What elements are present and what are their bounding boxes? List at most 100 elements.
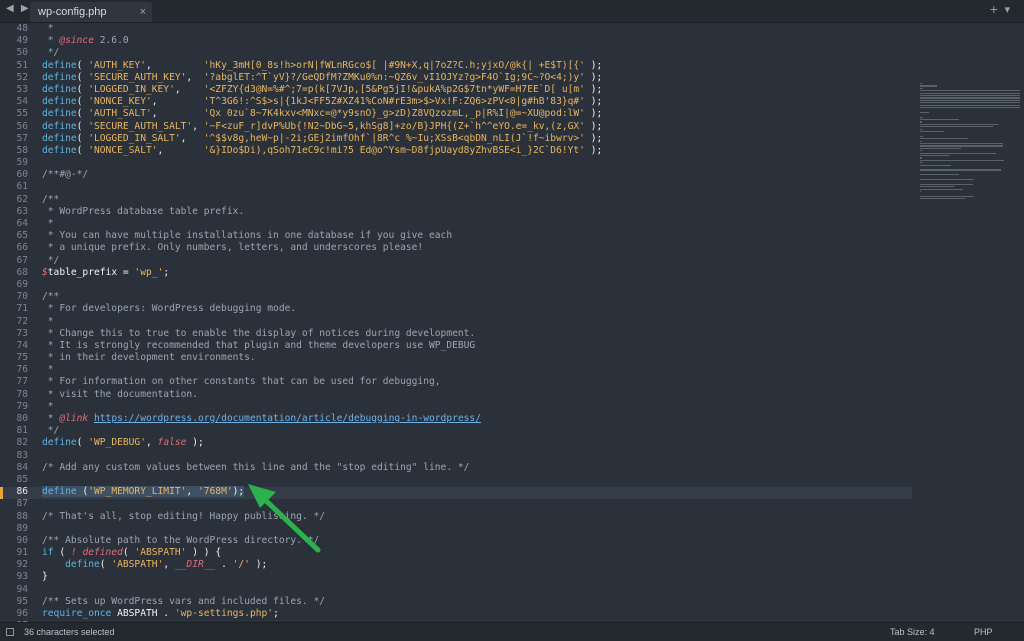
minimap-line bbox=[920, 159, 1004, 161]
code-line[interactable]: $table_prefix = 'wp_'; bbox=[42, 267, 912, 279]
code-line[interactable]: } bbox=[42, 571, 912, 583]
add-tab-icon[interactable]: + bbox=[989, 3, 1004, 16]
code-token: 'ABSPATH' bbox=[134, 547, 187, 559]
code-line[interactable]: define( 'WP_DEBUG', false ); bbox=[42, 437, 912, 449]
code-token: ; bbox=[273, 608, 279, 619]
minimap-line bbox=[920, 155, 950, 157]
code-line[interactable] bbox=[42, 523, 912, 535]
line-number: 51 bbox=[16, 59, 28, 71]
code-line[interactable]: define( 'SECURE_AUTH_KEY', '?abglET:^T`y… bbox=[42, 72, 912, 84]
code-line[interactable] bbox=[42, 474, 912, 486]
minimap-line bbox=[920, 179, 974, 181]
code-line[interactable]: /** Sets up WordPress vars and included … bbox=[42, 596, 912, 608]
code-line[interactable]: * bbox=[42, 23, 912, 35]
selected-text[interactable]: define ('WP_MEMORY_LIMIT', '768M'); bbox=[42, 486, 245, 498]
code-token: * bbox=[42, 218, 54, 229]
panel-toggle-icon[interactable] bbox=[6, 628, 14, 636]
code-area[interactable]: * * @since 2.6.0 */define( 'AUTH_KEY', '… bbox=[42, 23, 912, 622]
line-number: 96 bbox=[16, 608, 28, 619]
code-token: , bbox=[180, 132, 204, 144]
code-token: } bbox=[42, 571, 48, 583]
code-line[interactable]: * bbox=[42, 218, 912, 230]
minimap-line bbox=[920, 188, 963, 190]
code-token: /** Sets up WordPress vars and included … bbox=[42, 595, 326, 607]
code-line[interactable]: define( 'AUTH_KEY', 'hKy_3mH[0_8s!h>orN|… bbox=[42, 60, 912, 72]
minimap-line bbox=[920, 131, 945, 133]
code-line[interactable]: define( 'NONCE_SALT', '&}IDo$Di),qSoh71e… bbox=[42, 145, 912, 157]
code-line[interactable]: * in their development environments. bbox=[42, 352, 912, 364]
code-token: , bbox=[151, 96, 204, 108]
minimap[interactable] bbox=[918, 23, 1024, 622]
code-line[interactable]: * Change this to true to enable the disp… bbox=[42, 328, 912, 340]
close-icon[interactable]: × bbox=[140, 2, 146, 22]
code-line[interactable]: /** bbox=[42, 194, 912, 206]
minimap-line bbox=[920, 198, 966, 200]
code-token: define bbox=[42, 96, 77, 108]
code-line[interactable]: * For developers: WordPress debugging mo… bbox=[42, 303, 912, 315]
code-line[interactable]: define( 'LOGGED_IN_KEY', '<ZFZY{d3@N=%#^… bbox=[42, 84, 912, 96]
code-token: ABSPATH . bbox=[111, 608, 175, 619]
code-line[interactable] bbox=[42, 498, 912, 510]
code-token: * bbox=[42, 23, 54, 34]
line-number: 69 bbox=[16, 278, 28, 290]
code-token: define bbox=[42, 144, 77, 156]
code-token: /**#@-*/ bbox=[42, 169, 89, 181]
code-line[interactable]: /**#@-*/ bbox=[42, 169, 912, 181]
code-line[interactable] bbox=[42, 584, 912, 596]
code-line[interactable]: /** Absolute path to the WordPress direc… bbox=[42, 535, 912, 547]
code-line[interactable]: define( 'AUTH_SALT', 'Qx 0zu`8~7K4kxv<MN… bbox=[42, 108, 912, 120]
code-line[interactable]: define( 'NONCE_KEY', 'T^3G6!:^S$>s|{1kJ<… bbox=[42, 96, 912, 108]
code-line[interactable]: define( 'ABSPATH', __DIR__ . '/' ); bbox=[42, 559, 912, 571]
line-number: 77 bbox=[16, 376, 28, 388]
code-line[interactable] bbox=[42, 450, 912, 462]
code-line[interactable]: define( 'LOGGED_IN_SALT', '^$$v8g,heW~p|… bbox=[42, 133, 912, 145]
code-line[interactable]: * WordPress database table prefix. bbox=[42, 206, 912, 218]
tab-size-selector[interactable]: Tab Size: 4 bbox=[890, 623, 935, 641]
line-number: 94 bbox=[16, 583, 28, 595]
code-line[interactable]: */ bbox=[42, 425, 912, 437]
tab-wp-config[interactable]: wp-config.php × bbox=[30, 2, 152, 22]
code-token: ; bbox=[163, 266, 170, 278]
code-line[interactable]: define ('WP_MEMORY_LIMIT', '768M'); bbox=[42, 486, 912, 498]
code-line[interactable]: * visit the documentation. bbox=[42, 389, 912, 401]
code-editor[interactable]: 48 49 50 51 52 53 54 55 56 57 58 59 60 61 62 63 64 65 66 67… bbox=[0, 23, 1024, 622]
back-forward-icon[interactable]: ◀ ▶ bbox=[6, 3, 31, 14]
code-line[interactable]: * It is strongly recommended that plugin… bbox=[42, 340, 912, 352]
code-line[interactable]: * @since 2.6.0 bbox=[42, 35, 912, 47]
code-line[interactable]: * @link https://wordpress.org/documentat… bbox=[42, 413, 912, 425]
minimap-line bbox=[920, 162, 924, 164]
editor-window: ◀ ▶ wp-config.php × +▾ 48 49 50 51 52 53 54 55 5… bbox=[0, 0, 1024, 641]
syntax-selector[interactable]: PHP bbox=[974, 623, 993, 641]
minimap-line bbox=[920, 135, 924, 137]
code-line[interactable] bbox=[42, 157, 912, 169]
code-token: ( bbox=[76, 83, 89, 95]
code-line[interactable]: /** bbox=[42, 291, 912, 303]
code-line[interactable] bbox=[42, 279, 912, 291]
line-number: 84 bbox=[16, 461, 28, 473]
line-number: 55 bbox=[16, 108, 28, 120]
code-line[interactable]: * a unique prefix. Only numbers, letters… bbox=[42, 242, 912, 254]
code-line[interactable]: */ bbox=[42, 47, 912, 59]
code-line[interactable]: define( 'SECURE_AUTH_SALT', '~F<zuF_r]dv… bbox=[42, 121, 912, 133]
code-line[interactable]: require_once ABSPATH . 'wp-settings.php'… bbox=[42, 608, 912, 620]
code-line[interactable]: /* Add any custom values between this li… bbox=[42, 462, 912, 474]
line-number: 59 bbox=[16, 157, 28, 169]
code-line[interactable]: */ bbox=[42, 255, 912, 267]
code-token: * For developers: WordPress debugging mo… bbox=[42, 303, 297, 315]
code-line[interactable]: if ( ! defined( 'ABSPATH' ) ) { bbox=[42, 547, 912, 559]
code-line[interactable]: * bbox=[42, 401, 912, 413]
code-line[interactable]: * You can have multiple installations in… bbox=[42, 230, 912, 242]
line-number: 52 bbox=[16, 71, 28, 83]
code-token: 'wp_' bbox=[134, 266, 164, 278]
code-line[interactable]: /* That's all, stop editing! Happy publi… bbox=[42, 511, 912, 523]
code-line[interactable]: * bbox=[42, 364, 912, 376]
code-line[interactable] bbox=[42, 181, 912, 193]
code-line[interactable]: * bbox=[42, 316, 912, 328]
line-number: 61 bbox=[16, 181, 28, 193]
line-number: 49 bbox=[16, 35, 28, 47]
minimap-line bbox=[920, 121, 923, 123]
code-token: , bbox=[192, 120, 204, 132]
line-number: 65 bbox=[16, 230, 28, 242]
tab-menu-icon[interactable]: ▾ bbox=[1004, 3, 1016, 16]
code-line[interactable]: * For information on other constants tha… bbox=[42, 376, 912, 388]
